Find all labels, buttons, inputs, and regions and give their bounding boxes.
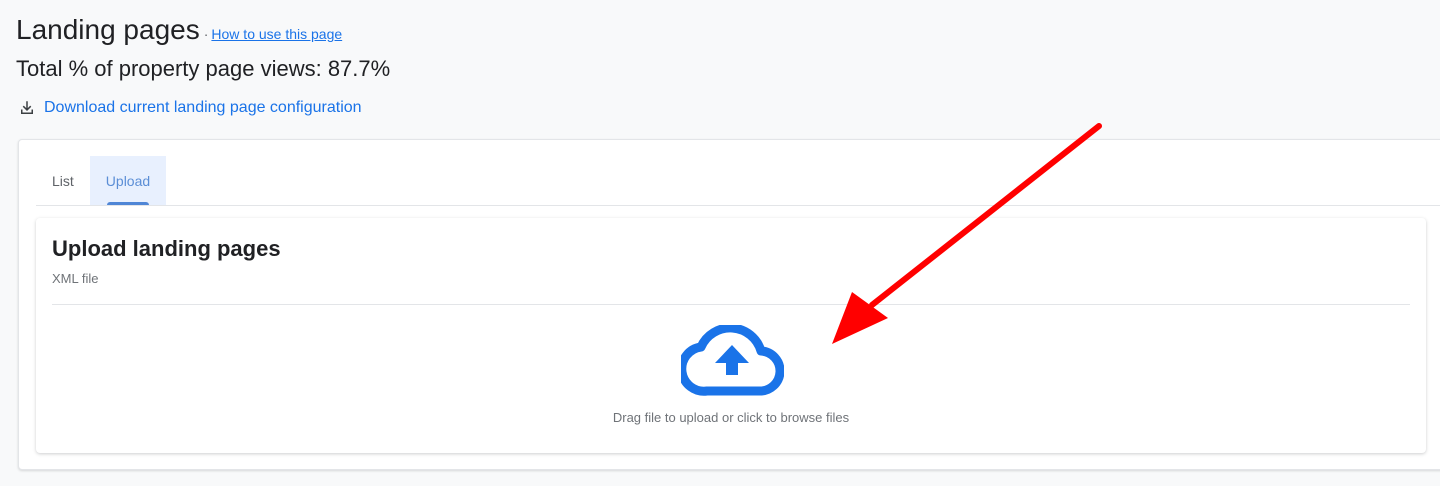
cloud-upload-icon xyxy=(677,323,785,397)
upload-file-type: XML file xyxy=(52,271,99,286)
title-separator: · xyxy=(203,26,209,42)
page-title: Landing pages xyxy=(16,14,200,45)
landing-pages-page: Landing pages · How to use this page Tot… xyxy=(0,0,1440,486)
download-link-label: Download current landing page configurat… xyxy=(44,99,362,116)
landing-pages-card: List Upload Upload landing pages XML fil… xyxy=(18,139,1440,470)
file-dropzone[interactable]: Drag file to upload or click to browse f… xyxy=(52,305,1410,453)
tab-list[interactable]: List xyxy=(36,156,90,205)
upload-title: Upload landing pages xyxy=(52,236,281,261)
title-row: Landing pages · How to use this page xyxy=(16,14,342,46)
dropzone-text: Drag file to upload or click to browse f… xyxy=(612,410,850,425)
tab-bar: List Upload xyxy=(36,156,167,205)
upload-panel: Upload landing pages XML file Drag file … xyxy=(36,218,1426,453)
download-configuration-link[interactable]: Download current landing page configurat… xyxy=(18,99,362,117)
page-views-summary: Total % of property page views: 87.7% xyxy=(16,56,391,81)
how-to-use-link[interactable]: How to use this page xyxy=(211,26,342,42)
download-icon xyxy=(18,99,36,117)
tab-upload[interactable]: Upload xyxy=(89,156,167,205)
tabs-divider xyxy=(36,205,1440,206)
